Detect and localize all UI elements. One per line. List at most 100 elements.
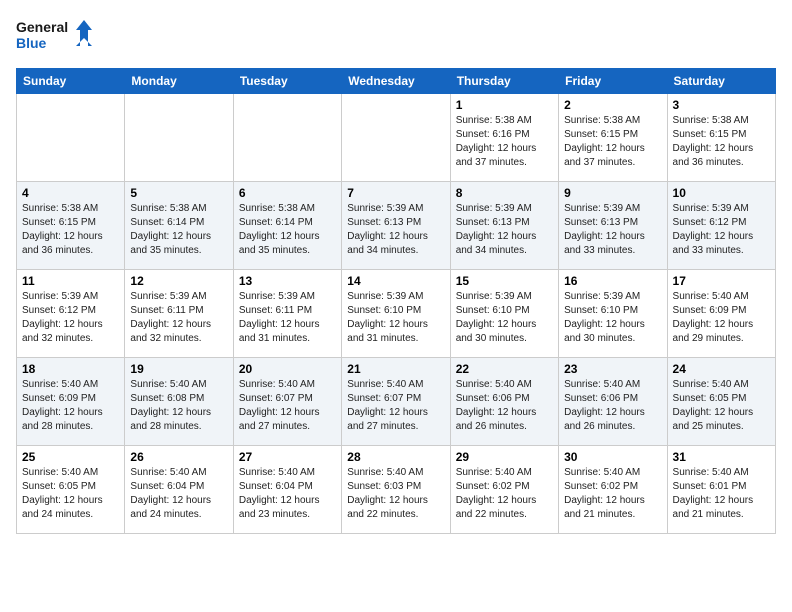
svg-text:General: General <box>16 19 68 35</box>
weekday-header-monday: Monday <box>125 69 233 94</box>
day-number: 30 <box>564 450 661 464</box>
week-row-4: 18 Sunrise: 5:40 AMSunset: 6:09 PMDayligh… <box>17 358 776 446</box>
day-number: 28 <box>347 450 444 464</box>
day-info: Sunrise: 5:40 AMSunset: 6:07 PMDaylight:… <box>239 378 336 434</box>
day-info: Sunrise: 5:38 AMSunset: 6:14 PMDaylight:… <box>239 202 336 258</box>
day-number: 27 <box>239 450 336 464</box>
week-row-1: 1 Sunrise: 5:38 AMSunset: 6:16 PMDaylight… <box>17 94 776 182</box>
day-number: 10 <box>673 186 770 200</box>
day-info: Sunrise: 5:40 AMSunset: 6:02 PMDaylight:… <box>564 466 661 522</box>
day-number: 15 <box>456 274 553 288</box>
calendar-cell <box>17 94 125 182</box>
calendar-cell: 31 Sunrise: 5:40 AMSunset: 6:01 PMDayligh… <box>667 446 775 534</box>
day-number: 31 <box>673 450 770 464</box>
day-info: Sunrise: 5:39 AMSunset: 6:13 PMDaylight:… <box>347 202 444 258</box>
day-number: 23 <box>564 362 661 376</box>
day-number: 17 <box>673 274 770 288</box>
day-number: 16 <box>564 274 661 288</box>
day-number: 20 <box>239 362 336 376</box>
day-number: 3 <box>673 98 770 112</box>
day-number: 8 <box>456 186 553 200</box>
calendar-header: SundayMondayTuesdayWednesdayThursdayFrid… <box>17 69 776 94</box>
logo-svg: General Blue <box>16 16 96 60</box>
day-number: 18 <box>22 362 119 376</box>
calendar-cell: 16 Sunrise: 5:39 AMSunset: 6:10 PMDayligh… <box>559 270 667 358</box>
calendar-cell: 15Sunrise: 5:39 AMSunset: 6:10 PMDayligh… <box>450 270 558 358</box>
day-number: 13 <box>239 274 336 288</box>
day-info: Sunrise: 5:40 AMSunset: 6:09 PMDaylight:… <box>22 378 119 434</box>
calendar-cell: 11Sunrise: 5:39 AMSunset: 6:12 PMDayligh… <box>17 270 125 358</box>
calendar-cell: 26 Sunrise: 5:40 AMSunset: 6:04 PMDayligh… <box>125 446 233 534</box>
calendar-cell: 28Sunrise: 5:40 AMSunset: 6:03 PMDayligh… <box>342 446 450 534</box>
calendar-cell: 23 Sunrise: 5:40 AMSunset: 6:06 PMDayligh… <box>559 358 667 446</box>
day-number: 25 <box>22 450 119 464</box>
day-info: Sunrise: 5:40 AMSunset: 6:06 PMDaylight:… <box>564 378 661 434</box>
day-number: 12 <box>130 274 227 288</box>
day-info: Sunrise: 5:40 AMSunset: 6:04 PMDaylight:… <box>130 466 227 522</box>
day-info: Sunrise: 5:40 AMSunset: 6:09 PMDaylight:… <box>673 290 770 346</box>
calendar-cell: 10 Sunrise: 5:39 AMSunset: 6:12 PMDayligh… <box>667 182 775 270</box>
logo: General Blue <box>16 16 96 60</box>
calendar-cell: 29Sunrise: 5:40 AMSunset: 6:02 PMDayligh… <box>450 446 558 534</box>
day-info: Sunrise: 5:38 AMSunset: 6:15 PMDaylight:… <box>22 202 119 258</box>
day-info: Sunrise: 5:38 AMSunset: 6:16 PMDaylight:… <box>456 114 553 170</box>
calendar-cell: 24Sunrise: 5:40 AMSunset: 6:05 PMDayligh… <box>667 358 775 446</box>
calendar-body: 1 Sunrise: 5:38 AMSunset: 6:16 PMDaylight… <box>17 94 776 534</box>
week-row-2: 4 Sunrise: 5:38 AMSunset: 6:15 PMDaylight… <box>17 182 776 270</box>
day-info: Sunrise: 5:40 AMSunset: 6:08 PMDaylight:… <box>130 378 227 434</box>
calendar-cell: 2 Sunrise: 5:38 AMSunset: 6:15 PMDaylight… <box>559 94 667 182</box>
week-row-3: 11Sunrise: 5:39 AMSunset: 6:12 PMDayligh… <box>17 270 776 358</box>
day-number: 21 <box>347 362 444 376</box>
calendar-cell <box>342 94 450 182</box>
calendar-table: SundayMondayTuesdayWednesdayThursdayFrid… <box>16 68 776 534</box>
calendar-cell: 12 Sunrise: 5:39 AMSunset: 6:11 PMDayligh… <box>125 270 233 358</box>
day-number: 29 <box>456 450 553 464</box>
day-info: Sunrise: 5:39 AMSunset: 6:10 PMDaylight:… <box>347 290 444 346</box>
calendar-cell <box>233 94 341 182</box>
weekday-header-tuesday: Tuesday <box>233 69 341 94</box>
svg-text:Blue: Blue <box>16 35 47 51</box>
day-number: 24 <box>673 362 770 376</box>
day-number: 7 <box>347 186 444 200</box>
day-number: 2 <box>564 98 661 112</box>
day-number: 6 <box>239 186 336 200</box>
day-info: Sunrise: 5:39 AMSunset: 6:11 PMDaylight:… <box>130 290 227 346</box>
day-info: Sunrise: 5:38 AMSunset: 6:15 PMDaylight:… <box>564 114 661 170</box>
calendar-cell: 27 Sunrise: 5:40 AMSunset: 6:04 PMDayligh… <box>233 446 341 534</box>
day-number: 14 <box>347 274 444 288</box>
day-info: Sunrise: 5:40 AMSunset: 6:06 PMDaylight:… <box>456 378 553 434</box>
day-info: Sunrise: 5:39 AMSunset: 6:12 PMDaylight:… <box>673 202 770 258</box>
calendar-cell: 22 Sunrise: 5:40 AMSunset: 6:06 PMDayligh… <box>450 358 558 446</box>
calendar-cell: 30 Sunrise: 5:40 AMSunset: 6:02 PMDayligh… <box>559 446 667 534</box>
calendar-cell: 19 Sunrise: 5:40 AMSunset: 6:08 PMDayligh… <box>125 358 233 446</box>
calendar-cell: 25 Sunrise: 5:40 AMSunset: 6:05 PMDayligh… <box>17 446 125 534</box>
calendar-cell: 5Sunrise: 5:38 AMSunset: 6:14 PMDaylight… <box>125 182 233 270</box>
day-number: 1 <box>456 98 553 112</box>
day-info: Sunrise: 5:40 AMSunset: 6:07 PMDaylight:… <box>347 378 444 434</box>
calendar-cell <box>125 94 233 182</box>
calendar-cell: 20 Sunrise: 5:40 AMSunset: 6:07 PMDayligh… <box>233 358 341 446</box>
calendar-cell: 7 Sunrise: 5:39 AMSunset: 6:13 PMDaylight… <box>342 182 450 270</box>
day-number: 11 <box>22 274 119 288</box>
day-number: 26 <box>130 450 227 464</box>
day-info: Sunrise: 5:40 AMSunset: 6:04 PMDaylight:… <box>239 466 336 522</box>
calendar-cell: 17 Sunrise: 5:40 AMSunset: 6:09 PMDayligh… <box>667 270 775 358</box>
day-info: Sunrise: 5:39 AMSunset: 6:10 PMDaylight:… <box>564 290 661 346</box>
day-number: 9 <box>564 186 661 200</box>
header: General Blue <box>16 16 776 60</box>
calendar-cell: 18 Sunrise: 5:40 AMSunset: 6:09 PMDayligh… <box>17 358 125 446</box>
day-number: 4 <box>22 186 119 200</box>
day-info: Sunrise: 5:38 AMSunset: 6:14 PMDaylight:… <box>130 202 227 258</box>
day-number: 19 <box>130 362 227 376</box>
weekday-header-sunday: Sunday <box>17 69 125 94</box>
calendar-cell: 3 Sunrise: 5:38 AMSunset: 6:15 PMDaylight… <box>667 94 775 182</box>
day-number: 22 <box>456 362 553 376</box>
calendar-cell: 9Sunrise: 5:39 AMSunset: 6:13 PMDaylight… <box>559 182 667 270</box>
week-row-5: 25 Sunrise: 5:40 AMSunset: 6:05 PMDayligh… <box>17 446 776 534</box>
weekday-header-saturday: Saturday <box>667 69 775 94</box>
weekday-header-row: SundayMondayTuesdayWednesdayThursdayFrid… <box>17 69 776 94</box>
calendar-cell: 21 Sunrise: 5:40 AMSunset: 6:07 PMDayligh… <box>342 358 450 446</box>
day-info: Sunrise: 5:40 AMSunset: 6:05 PMDaylight:… <box>22 466 119 522</box>
day-info: Sunrise: 5:40 AMSunset: 6:01 PMDaylight:… <box>673 466 770 522</box>
day-info: Sunrise: 5:38 AMSunset: 6:15 PMDaylight:… <box>673 114 770 170</box>
